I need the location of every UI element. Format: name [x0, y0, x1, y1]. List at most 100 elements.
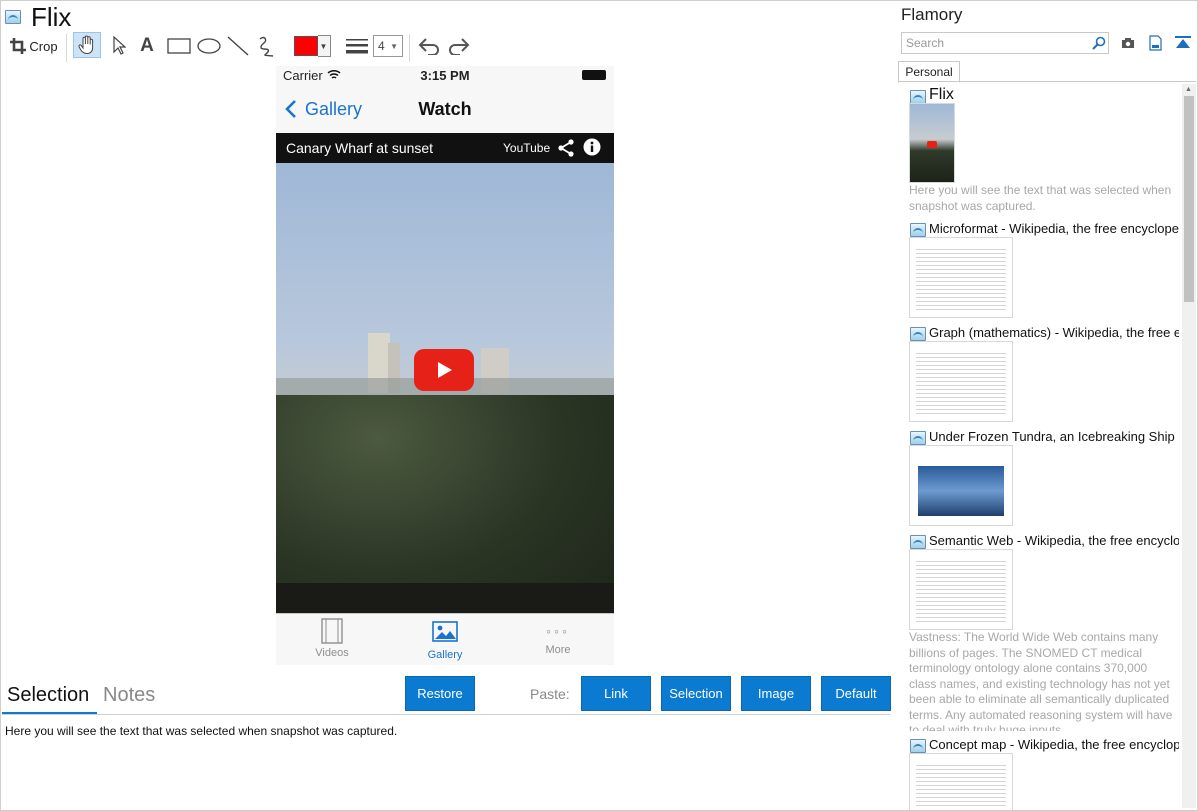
crop-icon: [10, 38, 27, 54]
sidebar-scrollbar[interactable]: ▲: [1182, 84, 1196, 808]
tab-videos: Videos: [276, 618, 388, 659]
color-swatch: [293, 36, 318, 56]
clock-label: 3:15 PM: [420, 68, 470, 83]
scrollbar-thumb[interactable]: [1184, 96, 1194, 302]
document-icon[interactable]: [1149, 35, 1162, 51]
line-width-select[interactable]: 4 ▼: [372, 32, 404, 60]
collapse-icon[interactable]: [1175, 36, 1191, 50]
selection-text[interactable]: Here you will see the text that was sele…: [5, 724, 397, 738]
video-title-bar: Canary Wharf at sunset YouTube: [276, 133, 614, 163]
more-dots-icon: ◦◦◦: [546, 623, 570, 639]
ios-nav-bar: Gallery Watch: [276, 86, 614, 134]
tab-label: Gallery: [427, 649, 463, 661]
page-text-lines: [916, 246, 1006, 313]
snapshot-title[interactable]: Graph (mathematics) - Wikipedia, the fre…: [929, 325, 1179, 340]
tab-label: More: [545, 644, 571, 656]
video-title: Canary Wharf at sunset: [286, 140, 434, 156]
chevron-down-icon: ▼: [317, 35, 331, 57]
tab-gallery: Gallery: [389, 618, 501, 661]
tab-selection[interactable]: Selection: [7, 684, 89, 707]
paste-link-button[interactable]: Link: [581, 676, 651, 711]
tabs-divider: [2, 714, 890, 715]
snapshot-icon: [910, 535, 926, 549]
youtube-label: YouTube: [503, 141, 551, 155]
ship-photo: [918, 466, 1004, 516]
redo-icon: [449, 38, 470, 55]
app-icon: [5, 10, 21, 24]
ios-status-bar: Carrier 3:15 PM: [276, 66, 614, 86]
snapshot-thumbnail[interactable]: [909, 549, 1013, 630]
tab-more: ◦◦◦ More: [502, 618, 614, 656]
restore-button[interactable]: Restore: [405, 676, 475, 711]
text-tool-button[interactable]: A: [136, 32, 158, 60]
snapshot-icon: [910, 223, 926, 237]
line-width-value: 4: [378, 39, 385, 53]
ground-shadow: [276, 583, 614, 613]
line-tool-button[interactable]: [226, 32, 250, 60]
color-picker[interactable]: ▼: [292, 32, 332, 60]
snapshot-thumbnail[interactable]: [909, 237, 1013, 318]
play-icon: [438, 362, 452, 378]
undo-button[interactable]: [416, 32, 442, 60]
hand-tool-button[interactable]: [73, 32, 101, 58]
rectangle-tool-button[interactable]: [166, 32, 192, 60]
video-play-button: [414, 349, 474, 391]
line-width-icon: [346, 39, 368, 54]
share-icon: [558, 139, 574, 157]
sidebar-title: Flamory: [901, 5, 963, 24]
film-icon: [321, 618, 343, 644]
snapshot-note: Vastness: The World Wide Web contains ma…: [909, 630, 1173, 731]
hand-icon: [78, 35, 94, 55]
rectangle-icon: [167, 38, 191, 54]
snapshot-title[interactable]: Concept map - Wikipedia, the free encycl…: [929, 737, 1179, 752]
play-icon: [927, 141, 937, 148]
snapshot-icon: [910, 431, 926, 445]
crop-label: Crop: [29, 38, 58, 54]
page-text-lines: [916, 558, 1006, 625]
toolbar-divider: [409, 34, 410, 62]
snapshot-icon: [910, 739, 926, 753]
nav-title: Watch: [418, 99, 472, 119]
snapshot-thumbnail[interactable]: [909, 103, 955, 183]
tab-label: Videos: [315, 647, 349, 659]
text-tool-icon: A: [140, 35, 154, 56]
arrow-pointer-icon: [113, 36, 126, 55]
annotation-toolbar: Crop A ▼ 4 ▼: [4, 32, 504, 62]
snapshot-title[interactable]: Flix: [929, 86, 1179, 104]
snapshot-thumbnail[interactable]: [909, 753, 1013, 810]
ios-tab-bar: Videos Gallery ◦◦◦ More: [276, 613, 614, 665]
paste-label: Paste:: [530, 686, 570, 702]
gallery-icon: [432, 621, 458, 642]
snapshot-thumbnail[interactable]: [909, 341, 1013, 422]
crop-button[interactable]: Crop: [6, 32, 62, 60]
snapshot-image: Carrier 3:15 PM Gallery Watch Canary Wha…: [276, 66, 614, 665]
tab-personal[interactable]: Personal: [898, 61, 960, 83]
ellipse-tool-button[interactable]: [196, 32, 222, 60]
tab-divider: [898, 81, 1196, 82]
toolbar-divider: [66, 34, 67, 62]
snapshot-title[interactable]: Under Frozen Tundra, an Icebreaking Ship…: [929, 429, 1179, 444]
battery-icon: [582, 70, 606, 80]
search-input[interactable]: Search: [901, 32, 1109, 54]
pointer-tool-button[interactable]: [108, 32, 130, 60]
snapshot-note: Here you will see the text that was sele…: [909, 183, 1172, 213]
chevron-up-icon[interactable]: ▲: [1185, 86, 1192, 93]
search-icon[interactable]: [1092, 36, 1106, 50]
tab-notes[interactable]: Notes: [103, 684, 155, 707]
ellipse-icon: [197, 38, 221, 54]
paste-selection-button[interactable]: Selection: [661, 676, 731, 711]
snapshot-icon: [910, 327, 926, 341]
page-text-lines: [916, 350, 1006, 417]
camera-icon[interactable]: [1121, 37, 1135, 49]
redo-button[interactable]: [446, 32, 472, 60]
snapshot-thumbnail[interactable]: [909, 445, 1013, 526]
trees: [276, 395, 614, 613]
snapshot-title[interactable]: Semantic Web - Wikipedia, the free encyc…: [929, 533, 1179, 548]
line-icon: [227, 36, 249, 56]
freehand-tool-button[interactable]: [256, 32, 278, 60]
undo-icon: [418, 38, 439, 55]
snapshot-title[interactable]: Microformat - Wikipedia, the free encycl…: [929, 221, 1179, 236]
paste-default-button[interactable]: Default: [821, 676, 891, 711]
paste-image-button[interactable]: Image: [741, 676, 811, 711]
chevron-down-icon: ▼: [390, 41, 398, 51]
